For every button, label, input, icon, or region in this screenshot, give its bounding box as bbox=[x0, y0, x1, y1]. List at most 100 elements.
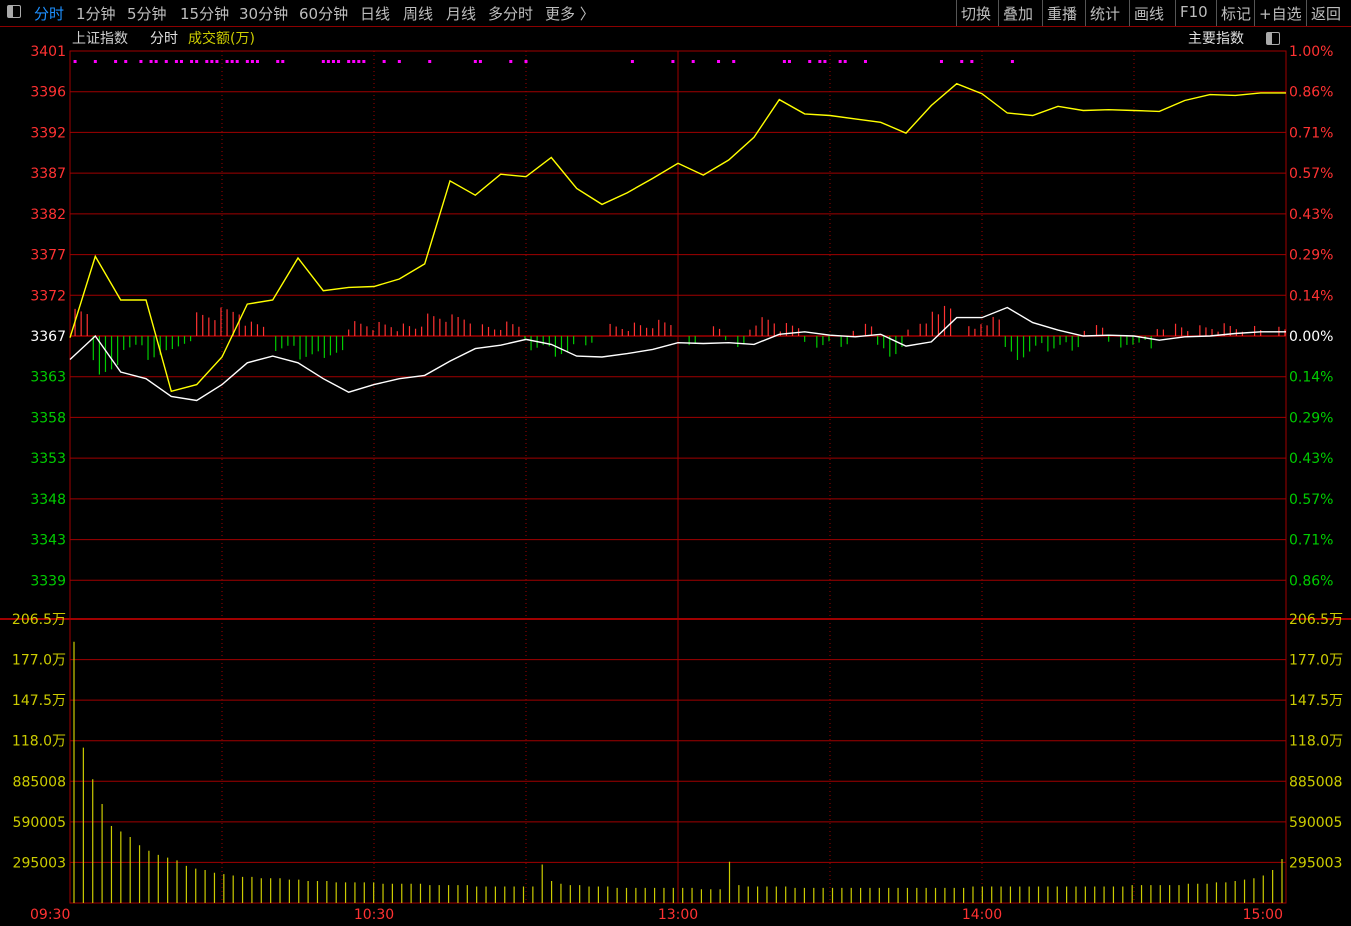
signal-marker bbox=[478, 60, 482, 63]
signal-marker bbox=[190, 60, 194, 63]
time-tick-label: 10:30 bbox=[354, 907, 394, 923]
volume-tick-label: 118.0万 bbox=[12, 734, 66, 750]
signal-marker bbox=[397, 60, 401, 63]
signal-marker bbox=[691, 60, 695, 63]
signal-marker bbox=[73, 60, 77, 63]
signal-marker bbox=[823, 60, 827, 63]
percent-tick-label: 0.14% bbox=[1289, 370, 1333, 386]
signal-marker bbox=[114, 60, 118, 63]
signal-marker bbox=[337, 60, 341, 63]
time-tick-label: 09:30 bbox=[30, 907, 70, 923]
signal-marker bbox=[362, 60, 366, 63]
signal-marker bbox=[164, 60, 168, 63]
signal-marker bbox=[179, 60, 183, 63]
signal-marker bbox=[230, 60, 234, 63]
signal-marker bbox=[717, 60, 721, 63]
signal-marker bbox=[255, 60, 259, 63]
signal-marker bbox=[139, 60, 143, 63]
signal-marker bbox=[843, 60, 847, 63]
signal-marker bbox=[382, 60, 386, 63]
signal-marker bbox=[630, 60, 634, 63]
signal-marker bbox=[970, 60, 974, 63]
volume-tick-label: 590005 bbox=[13, 815, 66, 831]
signal-marker bbox=[93, 60, 97, 63]
price-tick-label: 3367 bbox=[30, 329, 66, 345]
signal-marker bbox=[225, 60, 229, 63]
signal-marker bbox=[245, 60, 249, 63]
price-tick-label: 3372 bbox=[30, 288, 66, 304]
signal-marker bbox=[235, 60, 239, 63]
signal-marker bbox=[782, 60, 786, 63]
price-tick-label: 3382 bbox=[30, 207, 66, 223]
signal-marker bbox=[838, 60, 842, 63]
signal-marker bbox=[473, 60, 477, 63]
signal-marker bbox=[326, 60, 330, 63]
price-axis-left: 3401 3396 3392 3387 3382 3377 3372 3367 3363 3358… bbox=[30, 44, 66, 589]
signal-marker bbox=[281, 60, 285, 63]
signal-marker bbox=[352, 60, 356, 63]
time-tick-label: 13:00 bbox=[658, 907, 698, 923]
time-tick-label: 14:00 bbox=[962, 907, 1002, 923]
signal-marker bbox=[357, 60, 361, 63]
time-axis: 09:30 10:30 13:00 14:00 15:00 bbox=[30, 907, 1283, 923]
signal-marker bbox=[787, 60, 791, 63]
signal-marker bbox=[215, 60, 219, 63]
signal-marker bbox=[939, 60, 943, 63]
price-tick-label: 3353 bbox=[30, 451, 66, 467]
price-tick-label: 3401 bbox=[30, 44, 66, 60]
signal-marker bbox=[347, 60, 351, 63]
signal-marker bbox=[210, 60, 214, 63]
percent-tick-label: 0.14% bbox=[1289, 288, 1333, 304]
percent-tick-label: 0.86% bbox=[1289, 85, 1333, 101]
price-tick-label: 3363 bbox=[30, 370, 66, 386]
signal-marker bbox=[960, 60, 964, 63]
percent-tick-label: 0.71% bbox=[1289, 533, 1333, 549]
signal-marker bbox=[808, 60, 812, 63]
signal-marker bbox=[524, 60, 528, 63]
price-tick-label: 3339 bbox=[30, 573, 66, 589]
percent-tick-label: 0.71% bbox=[1289, 125, 1333, 141]
signal-marker bbox=[1010, 60, 1014, 63]
percent-axis-right: 1.00% 0.86% 0.71% 0.57% 0.43% 0.29% 0.14% 0.00%… bbox=[1289, 44, 1333, 589]
signal-marker bbox=[124, 60, 128, 63]
price-change-bars bbox=[74, 305, 1286, 375]
volume-tick-label: 177.0万 bbox=[12, 653, 66, 669]
signal-marker bbox=[509, 60, 513, 63]
price-tick-label: 3343 bbox=[30, 533, 66, 549]
volume-tick-label: 118.0万 bbox=[1289, 734, 1343, 750]
volume-tick-label: 885008 bbox=[1289, 774, 1342, 790]
price-tick-label: 3396 bbox=[30, 85, 66, 101]
price-tick-label: 3392 bbox=[30, 125, 66, 141]
percent-tick-label: 0.00% bbox=[1289, 329, 1333, 345]
volume-tick-label: 147.5万 bbox=[12, 693, 66, 709]
percent-tick-label: 0.43% bbox=[1289, 451, 1333, 467]
signal-marker bbox=[671, 60, 675, 63]
intraday-chart[interactable]: 3401 3396 3392 3387 3382 3377 3372 3367 3363 3358… bbox=[0, 0, 1351, 926]
volume-tick-label: 590005 bbox=[1289, 815, 1342, 831]
signal-markers bbox=[73, 60, 1014, 63]
percent-tick-label: 0.29% bbox=[1289, 410, 1333, 426]
signal-marker bbox=[863, 60, 867, 63]
signal-marker bbox=[321, 60, 325, 63]
volume-tick-label: 295003 bbox=[13, 855, 66, 871]
volume-tick-label: 206.5万 bbox=[1289, 612, 1343, 628]
price-tick-label: 3387 bbox=[30, 166, 66, 182]
signal-marker bbox=[149, 60, 153, 63]
percent-tick-label: 0.29% bbox=[1289, 248, 1333, 264]
percent-tick-label: 0.57% bbox=[1289, 492, 1333, 508]
price-tick-label: 3358 bbox=[30, 410, 66, 426]
price-tick-label: 3348 bbox=[30, 492, 66, 508]
signal-marker bbox=[174, 60, 178, 63]
signal-marker bbox=[195, 60, 199, 63]
signal-marker bbox=[205, 60, 209, 63]
signal-marker bbox=[276, 60, 280, 63]
signal-marker bbox=[818, 60, 822, 63]
signal-marker bbox=[250, 60, 254, 63]
signal-marker bbox=[154, 60, 158, 63]
signal-marker bbox=[732, 60, 736, 63]
price-tick-label: 3377 bbox=[30, 248, 66, 264]
percent-tick-label: 0.57% bbox=[1289, 166, 1333, 182]
grid bbox=[0, 50, 1351, 904]
volume-tick-label: 177.0万 bbox=[1289, 653, 1343, 669]
time-tick-label: 15:00 bbox=[1243, 907, 1283, 923]
